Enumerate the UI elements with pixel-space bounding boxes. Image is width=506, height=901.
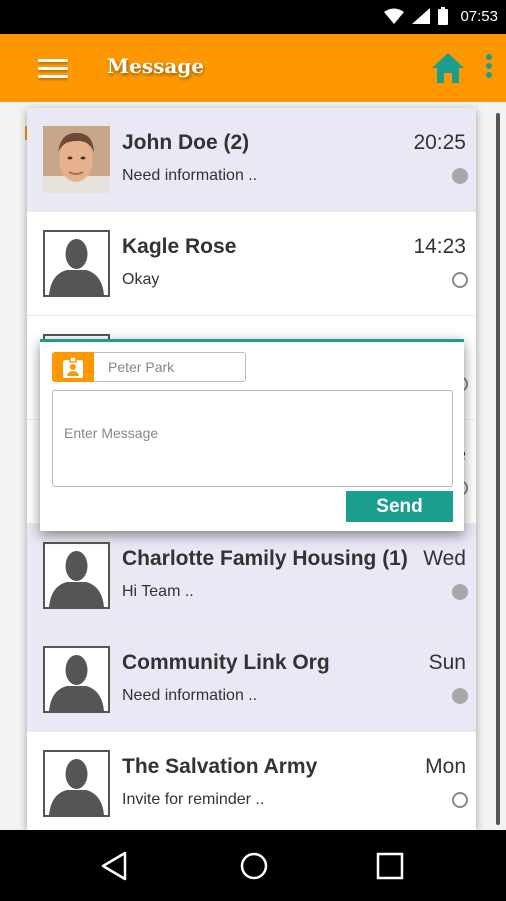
recent-apps-icon[interactable]	[375, 851, 405, 881]
recipient-field[interactable]: Peter Park	[52, 352, 246, 382]
status-time: 07:53	[460, 7, 498, 25]
message-time: 14:23	[413, 235, 466, 258]
read-indicator	[452, 272, 468, 288]
unread-indicator	[452, 168, 468, 184]
message-time: Sun	[428, 651, 466, 674]
avatar-placeholder-icon	[43, 230, 110, 297]
message-snippet: Hi Team ..	[122, 583, 194, 600]
message-time: Wed	[423, 547, 466, 570]
message-time: Mon	[425, 755, 466, 778]
signal-icon	[412, 8, 431, 24]
send-button[interactable]: Send	[346, 491, 453, 522]
conversation-row[interactable]: The Salvation Army Mon Invite for remind…	[27, 732, 476, 830]
conversation-row[interactable]: John Doe (2) 20:25 Need information ..	[27, 108, 476, 212]
contact-name: The Salvation Army	[122, 755, 318, 778]
message-time: 20:25	[413, 131, 466, 154]
home-nav-icon[interactable]	[239, 851, 269, 881]
read-indicator	[452, 792, 468, 808]
menu-icon[interactable]	[38, 54, 68, 82]
home-icon[interactable]	[430, 51, 466, 85]
scrollbar[interactable]	[496, 113, 500, 825]
contact-name: Community Link Org	[122, 651, 330, 674]
message-input[interactable]	[52, 390, 453, 487]
status-bar: 07:53	[0, 0, 506, 34]
unread-indicator	[452, 688, 468, 704]
avatar-placeholder-icon	[43, 750, 110, 817]
message-snippet: Okay	[122, 271, 160, 288]
conversation-row[interactable]: Community Link Org Sun Need information …	[27, 628, 476, 732]
page-title: Message	[107, 54, 205, 78]
message-snippet: Invite for reminder ..	[122, 791, 265, 808]
avatar	[43, 126, 110, 193]
compose-dialog: Peter Park Send	[40, 339, 464, 531]
status-icons: 07:53	[384, 7, 498, 25]
recipient-name: Peter Park	[108, 359, 175, 375]
conversation-row[interactable]: Charlotte Family Housing (1) Wed Hi Team…	[27, 524, 476, 628]
message-snippet: Need information ..	[122, 167, 258, 184]
contact-name: Charlotte Family Housing (1)	[122, 547, 408, 570]
message-snippet: Need information ..	[122, 687, 258, 704]
wifi-icon	[384, 8, 405, 24]
avatar-placeholder-icon	[43, 646, 110, 713]
contact-name: Kagle Rose	[122, 235, 237, 258]
avatar-placeholder-icon	[43, 542, 110, 609]
battery-icon	[438, 7, 449, 25]
contact-badge-icon	[52, 352, 94, 382]
more-options-icon[interactable]	[484, 54, 494, 82]
contact-name: John Doe (2)	[122, 131, 250, 154]
conversation-row[interactable]: Kagle Rose 14:23 Okay	[27, 212, 476, 316]
back-icon[interactable]	[99, 851, 129, 881]
unread-indicator	[452, 584, 468, 600]
app-bar: Message	[0, 34, 506, 102]
navigation-bar	[0, 830, 506, 901]
